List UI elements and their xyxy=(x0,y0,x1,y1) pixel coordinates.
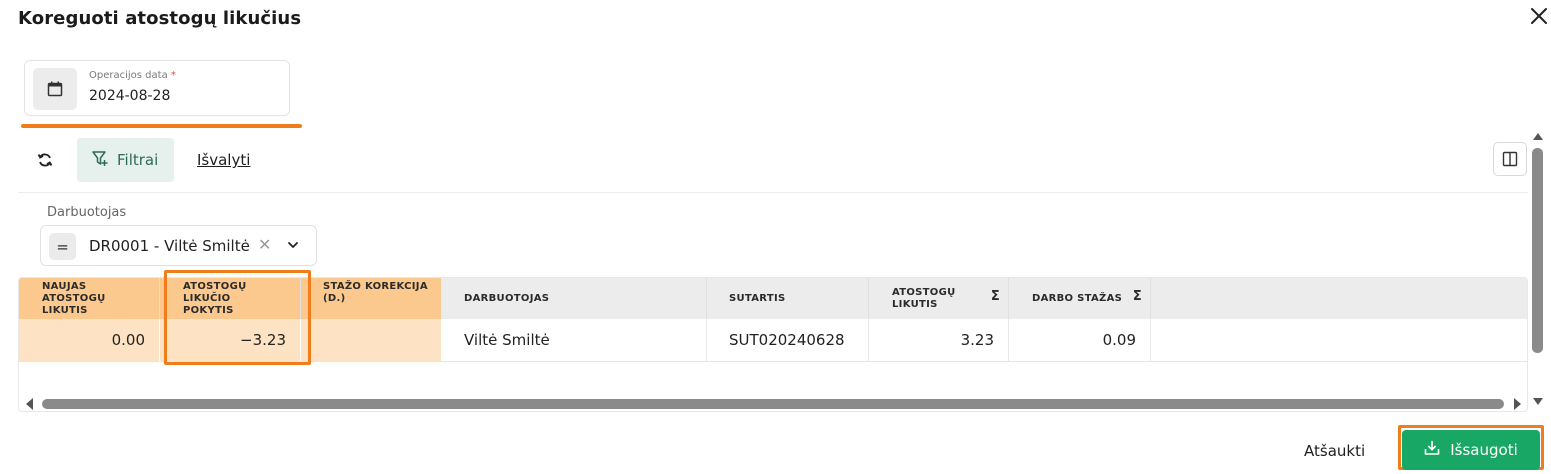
refresh-icon[interactable] xyxy=(33,148,57,172)
close-icon[interactable] xyxy=(1528,5,1550,27)
filters-button[interactable]: Filtrai xyxy=(77,138,174,182)
highlight-balance-change xyxy=(164,270,311,365)
scroll-right-icon[interactable] xyxy=(1514,398,1521,410)
employee-filter-value: DR0001 - Viltė Smiltė xyxy=(89,237,250,255)
clear-selection-icon[interactable]: ✕ xyxy=(258,235,271,254)
employee-filter-select[interactable]: = DR0001 - Viltė Smiltė ✕ xyxy=(40,225,317,266)
column-header-employee[interactable]: DARBUOTOJAS xyxy=(441,278,706,319)
clear-filters-link[interactable]: Išvalyti xyxy=(197,151,250,169)
employee-filter-label: Darbuotojas xyxy=(47,205,127,220)
column-header-work-seniority[interactable]: DARBO STAŽAS Σ xyxy=(1009,278,1150,319)
filters-label: Filtrai xyxy=(117,151,159,169)
sum-icon[interactable]: Σ xyxy=(991,290,1000,303)
dialog-title: Koreguoti atostogų likučius xyxy=(18,8,302,29)
column-header-vacation-balance[interactable]: ATOSTOGŲ LIKUTIS Σ xyxy=(869,278,1008,319)
column-header-contract[interactable]: SUTARTIS xyxy=(707,278,868,319)
operation-date-field[interactable]: Operacijos data * 2024-08-28 xyxy=(24,60,290,116)
scroll-left-icon[interactable] xyxy=(26,398,33,410)
column-header-new-balance[interactable]: NAUJAS ATOSTOGŲ LIKUTIS xyxy=(19,278,159,319)
vertical-scroll-thumb[interactable] xyxy=(1532,148,1543,353)
sum-icon[interactable]: Σ xyxy=(1133,290,1142,303)
scroll-down-icon[interactable] xyxy=(1533,398,1543,405)
chevron-down-icon[interactable] xyxy=(285,237,301,253)
cell-employee: Viltė Smiltė xyxy=(464,331,550,349)
download-icon xyxy=(1424,440,1440,460)
filter-plus-icon xyxy=(91,149,109,171)
horizontal-scroll-thumb[interactable] xyxy=(42,399,1504,409)
cell-work-seniority: 0.09 xyxy=(1102,331,1136,349)
highlight-underline xyxy=(21,124,302,128)
save-button[interactable]: Išsaugoti xyxy=(1402,430,1540,470)
cell-vacation-balance: 3.23 xyxy=(960,331,994,349)
horizontal-scrollbar[interactable] xyxy=(18,395,1528,413)
cancel-button[interactable]: Atšaukti xyxy=(1288,432,1381,470)
columns-icon[interactable] xyxy=(1493,142,1527,176)
scroll-up-icon[interactable] xyxy=(1533,133,1543,140)
cell-new-balance[interactable]: 0.00 xyxy=(19,319,159,361)
save-label: Išsaugoti xyxy=(1450,441,1518,459)
cell-contract: SUT020240628 xyxy=(729,331,845,349)
filter-operator[interactable]: = xyxy=(49,233,76,260)
toolbar-divider xyxy=(18,192,1528,193)
calendar-icon[interactable] xyxy=(33,68,77,110)
cell-seniority-correction[interactable] xyxy=(301,319,441,361)
column-header-seniority-correction[interactable]: STAŽO KOREKCIJA (D.) xyxy=(301,278,441,319)
operation-date-value[interactable]: 2024-08-28 xyxy=(89,88,170,104)
required-mark: * xyxy=(170,70,176,81)
operation-date-label: Operacijos data * xyxy=(89,70,176,81)
